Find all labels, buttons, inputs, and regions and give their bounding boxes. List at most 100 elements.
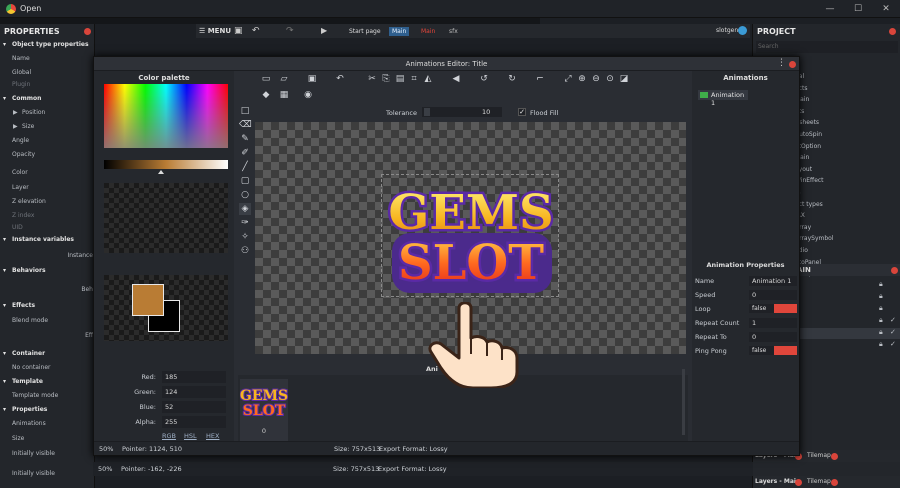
property-row[interactable]: ▾ Instance variables <box>0 236 95 250</box>
project-search-input[interactable]: Search <box>756 41 898 53</box>
resize-canvas-icon[interactable]: ⌐ <box>534 73 546 85</box>
tilemap-tab[interactable]: Tilemap <box>807 452 831 459</box>
image-point-icon[interactable]: ✧ <box>239 231 251 243</box>
tilemap-tab-2[interactable]: Tilemap <box>807 478 831 485</box>
rgb-value-input[interactable]: 52 <box>162 401 226 413</box>
save-icon[interactable]: ▣ <box>306 73 318 85</box>
flip-icon[interactable]: ◀ <box>450 73 462 85</box>
animation-property-toggle[interactable]: false <box>749 346 797 355</box>
property-row[interactable]: Initially visible <box>0 450 95 464</box>
minimize-button[interactable]: — <box>820 3 840 15</box>
property-row[interactable]: Name <box>0 55 95 69</box>
save-icon[interactable]: ▣ <box>234 26 243 36</box>
luminance-marker-icon[interactable] <box>158 170 164 174</box>
dialog-menu-icon[interactable]: ⋮ <box>777 58 786 68</box>
zoom-in-icon[interactable]: ⊕ <box>576 73 588 85</box>
rotate-ccw-icon[interactable]: ↺ <box>478 73 490 85</box>
property-row[interactable]: ▾ Properties <box>0 406 95 420</box>
animation-property-toggle[interactable]: false <box>749 304 797 313</box>
property-row[interactable]: Z elevation <box>0 198 95 212</box>
mode-hsl-link[interactable]: HSL <box>184 432 197 440</box>
visibility-check-icon[interactable]: ✓ <box>890 316 896 324</box>
frames-scrollbar[interactable] <box>682 369 685 435</box>
hue-saturation-picker[interactable] <box>104 84 228 148</box>
expand-arrow-icon[interactable]: ▶ <box>13 123 18 130</box>
fill-bucket-icon[interactable]: ◈ <box>239 203 251 215</box>
mode-rgb-link[interactable]: RGB <box>162 432 176 440</box>
property-row[interactable]: ▾ Object type properties <box>0 41 95 55</box>
animation-item[interactable]: Animation 1 <box>698 90 748 107</box>
trim-icon[interactable]: ◪ <box>618 73 630 85</box>
rgb-value-input[interactable]: 255 <box>162 416 226 428</box>
flood-fill-checkbox[interactable]: ✓ <box>518 108 526 116</box>
tab-start-page[interactable]: Start page <box>346 27 384 36</box>
rectangle-select-icon[interactable]: □ <box>239 105 251 117</box>
pencil-icon[interactable]: ✎ <box>239 133 251 145</box>
crop-icon[interactable]: ⌗ <box>408 73 420 85</box>
property-row[interactable]: Color <box>0 169 95 183</box>
property-row[interactable]: ▾ Behaviors <box>0 267 95 281</box>
visibility-check-icon[interactable]: ✓ <box>890 328 896 336</box>
tolerance-slider-handle[interactable] <box>424 108 430 116</box>
paste-icon[interactable]: ▤ <box>394 73 406 85</box>
property-row[interactable]: ▾ Common <box>0 95 95 109</box>
property-row[interactable]: No container <box>0 364 95 378</box>
polygon-points-icon[interactable]: ⚇ <box>239 245 251 257</box>
eraser-icon[interactable]: ⌫ <box>239 119 252 131</box>
close-button[interactable]: ✕ <box>876 3 896 15</box>
tab-main-layout[interactable]: Main <box>389 27 410 36</box>
color-picker-icon[interactable]: ✑ <box>239 217 251 229</box>
property-row[interactable]: ▾ Template <box>0 378 95 392</box>
new-file-icon[interactable]: ▭ <box>260 73 272 85</box>
expand-arrow-icon[interactable]: ▾ <box>3 302 6 309</box>
property-row[interactable]: Beh <box>0 286 95 300</box>
animation-property-input[interactable]: 0 <box>749 332 797 342</box>
brush-icon[interactable]: ✐ <box>239 147 251 159</box>
lock-icon[interactable]: 🔒︎ <box>879 316 883 325</box>
property-row[interactable]: Opacity <box>0 151 95 165</box>
undo-icon[interactable]: ↶ <box>252 26 260 36</box>
property-row[interactable]: Eff <box>0 332 95 346</box>
dialog-close-icon[interactable] <box>789 61 796 68</box>
palette-swatch-grid[interactable] <box>104 183 228 253</box>
zoom-reset-icon[interactable]: ⊙ <box>604 73 616 85</box>
property-row[interactable]: ▾ Container <box>0 350 95 364</box>
copy-icon[interactable]: ⎘ <box>380 73 392 85</box>
tilemap-tab-close-icon[interactable] <box>831 453 838 460</box>
fullscreen-icon[interactable]: ⤢ <box>562 73 574 85</box>
layers-tab-2-close-icon[interactable] <box>795 479 802 486</box>
property-row[interactable]: Animations <box>0 420 95 434</box>
luminance-slider[interactable] <box>104 160 228 169</box>
maximize-button[interactable]: ☐ <box>848 3 868 15</box>
layers-close-icon[interactable] <box>891 267 898 274</box>
tab-main-events[interactable]: Main <box>418 27 438 36</box>
mirror-icon[interactable]: ◭ <box>422 73 434 85</box>
properties-close-icon[interactable] <box>84 28 91 35</box>
foreground-color-swatch[interactable] <box>132 284 164 316</box>
property-row[interactable]: Angle <box>0 137 95 151</box>
ellipse-icon[interactable]: ○ <box>239 189 251 201</box>
toggle-indicator[interactable] <box>774 304 797 313</box>
play-preview-icon[interactable]: ◉ <box>302 89 314 101</box>
property-row[interactable]: ▶ Size <box>0 123 95 137</box>
expand-arrow-icon[interactable]: ▾ <box>3 267 6 274</box>
expand-arrow-icon[interactable]: ▾ <box>3 350 6 357</box>
toggle-indicator[interactable] <box>774 346 797 355</box>
preview-icon[interactable]: ▶ <box>321 26 327 35</box>
property-row[interactable]: Instance <box>0 252 95 266</box>
visibility-check-icon[interactable]: ✓ <box>890 340 896 348</box>
property-row[interactable]: Plugin <box>0 81 95 95</box>
lock-icon[interactable]: 🔒︎ <box>879 340 883 349</box>
grid-icon[interactable]: ▦ <box>278 89 290 101</box>
rotate-cw-icon[interactable]: ↻ <box>506 73 518 85</box>
property-row[interactable]: Layer <box>0 184 95 198</box>
expand-arrow-icon[interactable]: ▶ <box>13 109 18 116</box>
rectangle-icon[interactable]: ▢ <box>239 175 251 187</box>
rgb-value-input[interactable]: 124 <box>162 386 226 398</box>
rgb-value-input[interactable]: 185 <box>162 371 226 383</box>
open-folder-icon[interactable]: ▱ <box>278 73 290 85</box>
undo-icon[interactable]: ↶ <box>334 73 346 85</box>
expand-arrow-icon[interactable]: ▾ <box>3 95 6 102</box>
tolerance-input[interactable]: 10 <box>422 107 502 117</box>
layers-tab-2[interactable]: Layers - Main <box>755 478 800 485</box>
